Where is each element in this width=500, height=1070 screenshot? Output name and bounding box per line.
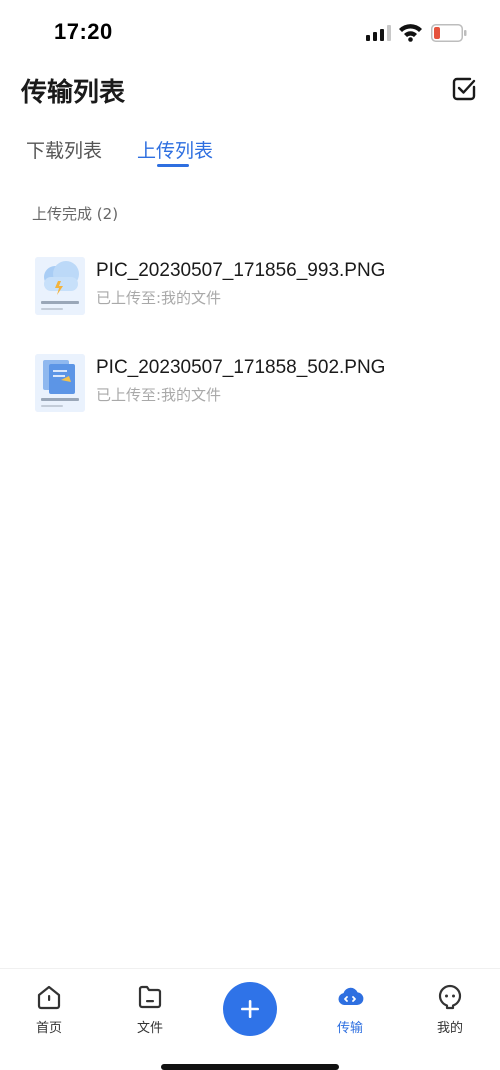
- checkbox-edit-icon: [452, 77, 476, 101]
- nav-files-label: 文件: [136, 1021, 163, 1036]
- section-count: (2): [96, 205, 119, 223]
- file-name: PIC_20230507_171856_993.PNG: [96, 260, 386, 281]
- tab-download-list[interactable]: 下载列表: [26, 136, 102, 163]
- tab-upload-list[interactable]: 上传列表: [137, 136, 213, 163]
- section-title-label: 上传完成: [32, 205, 93, 223]
- add-button[interactable]: [223, 982, 277, 1036]
- file-list-item[interactable]: PIC_20230507_171858_502.PNG 已上传至:我的文件: [0, 337, 500, 427]
- wifi-icon: [399, 24, 422, 42]
- image-thumbnail-icon: [35, 257, 85, 315]
- transfer-cloud-icon: [338, 987, 364, 1006]
- nav-home-label: 首页: [35, 1021, 62, 1036]
- nav-profile-label: 我的: [436, 1021, 463, 1036]
- page-title: 传输列表: [21, 78, 126, 108]
- nav-files[interactable]: 文件: [120, 983, 180, 1039]
- status-time: 17:20: [54, 19, 113, 44]
- active-tab-indicator: [157, 164, 189, 167]
- section-title: 上传完成 (2): [32, 203, 118, 224]
- profile-icon: [438, 984, 462, 1010]
- image-thumbnail-icon: [35, 354, 85, 412]
- multi-select-button[interactable]: [449, 74, 479, 104]
- file-thumbnail: [35, 354, 85, 412]
- file-thumbnail: [35, 257, 85, 315]
- bottom-navigation: 首页 文件 传输 我的: [0, 968, 500, 1070]
- nav-profile[interactable]: 我的: [420, 983, 480, 1039]
- upload-status: 已上传至:我的文件: [96, 386, 222, 404]
- upload-status: 已上传至:我的文件: [96, 289, 222, 307]
- home-indicator: [161, 1064, 339, 1070]
- battery-low-icon: [431, 24, 467, 42]
- cellular-signal-icon: [366, 25, 391, 41]
- nav-home[interactable]: 首页: [19, 983, 79, 1039]
- file-name: PIC_20230507_171858_502.PNG: [96, 357, 386, 378]
- nav-transfer-label: 传输: [336, 1021, 363, 1036]
- plus-icon: [241, 1000, 259, 1018]
- file-list-item[interactable]: PIC_20230507_171856_993.PNG 已上传至:我的文件: [0, 240, 500, 330]
- home-icon: [37, 985, 61, 1010]
- nav-transfer[interactable]: 传输: [320, 983, 380, 1039]
- folder-icon: [138, 985, 162, 1009]
